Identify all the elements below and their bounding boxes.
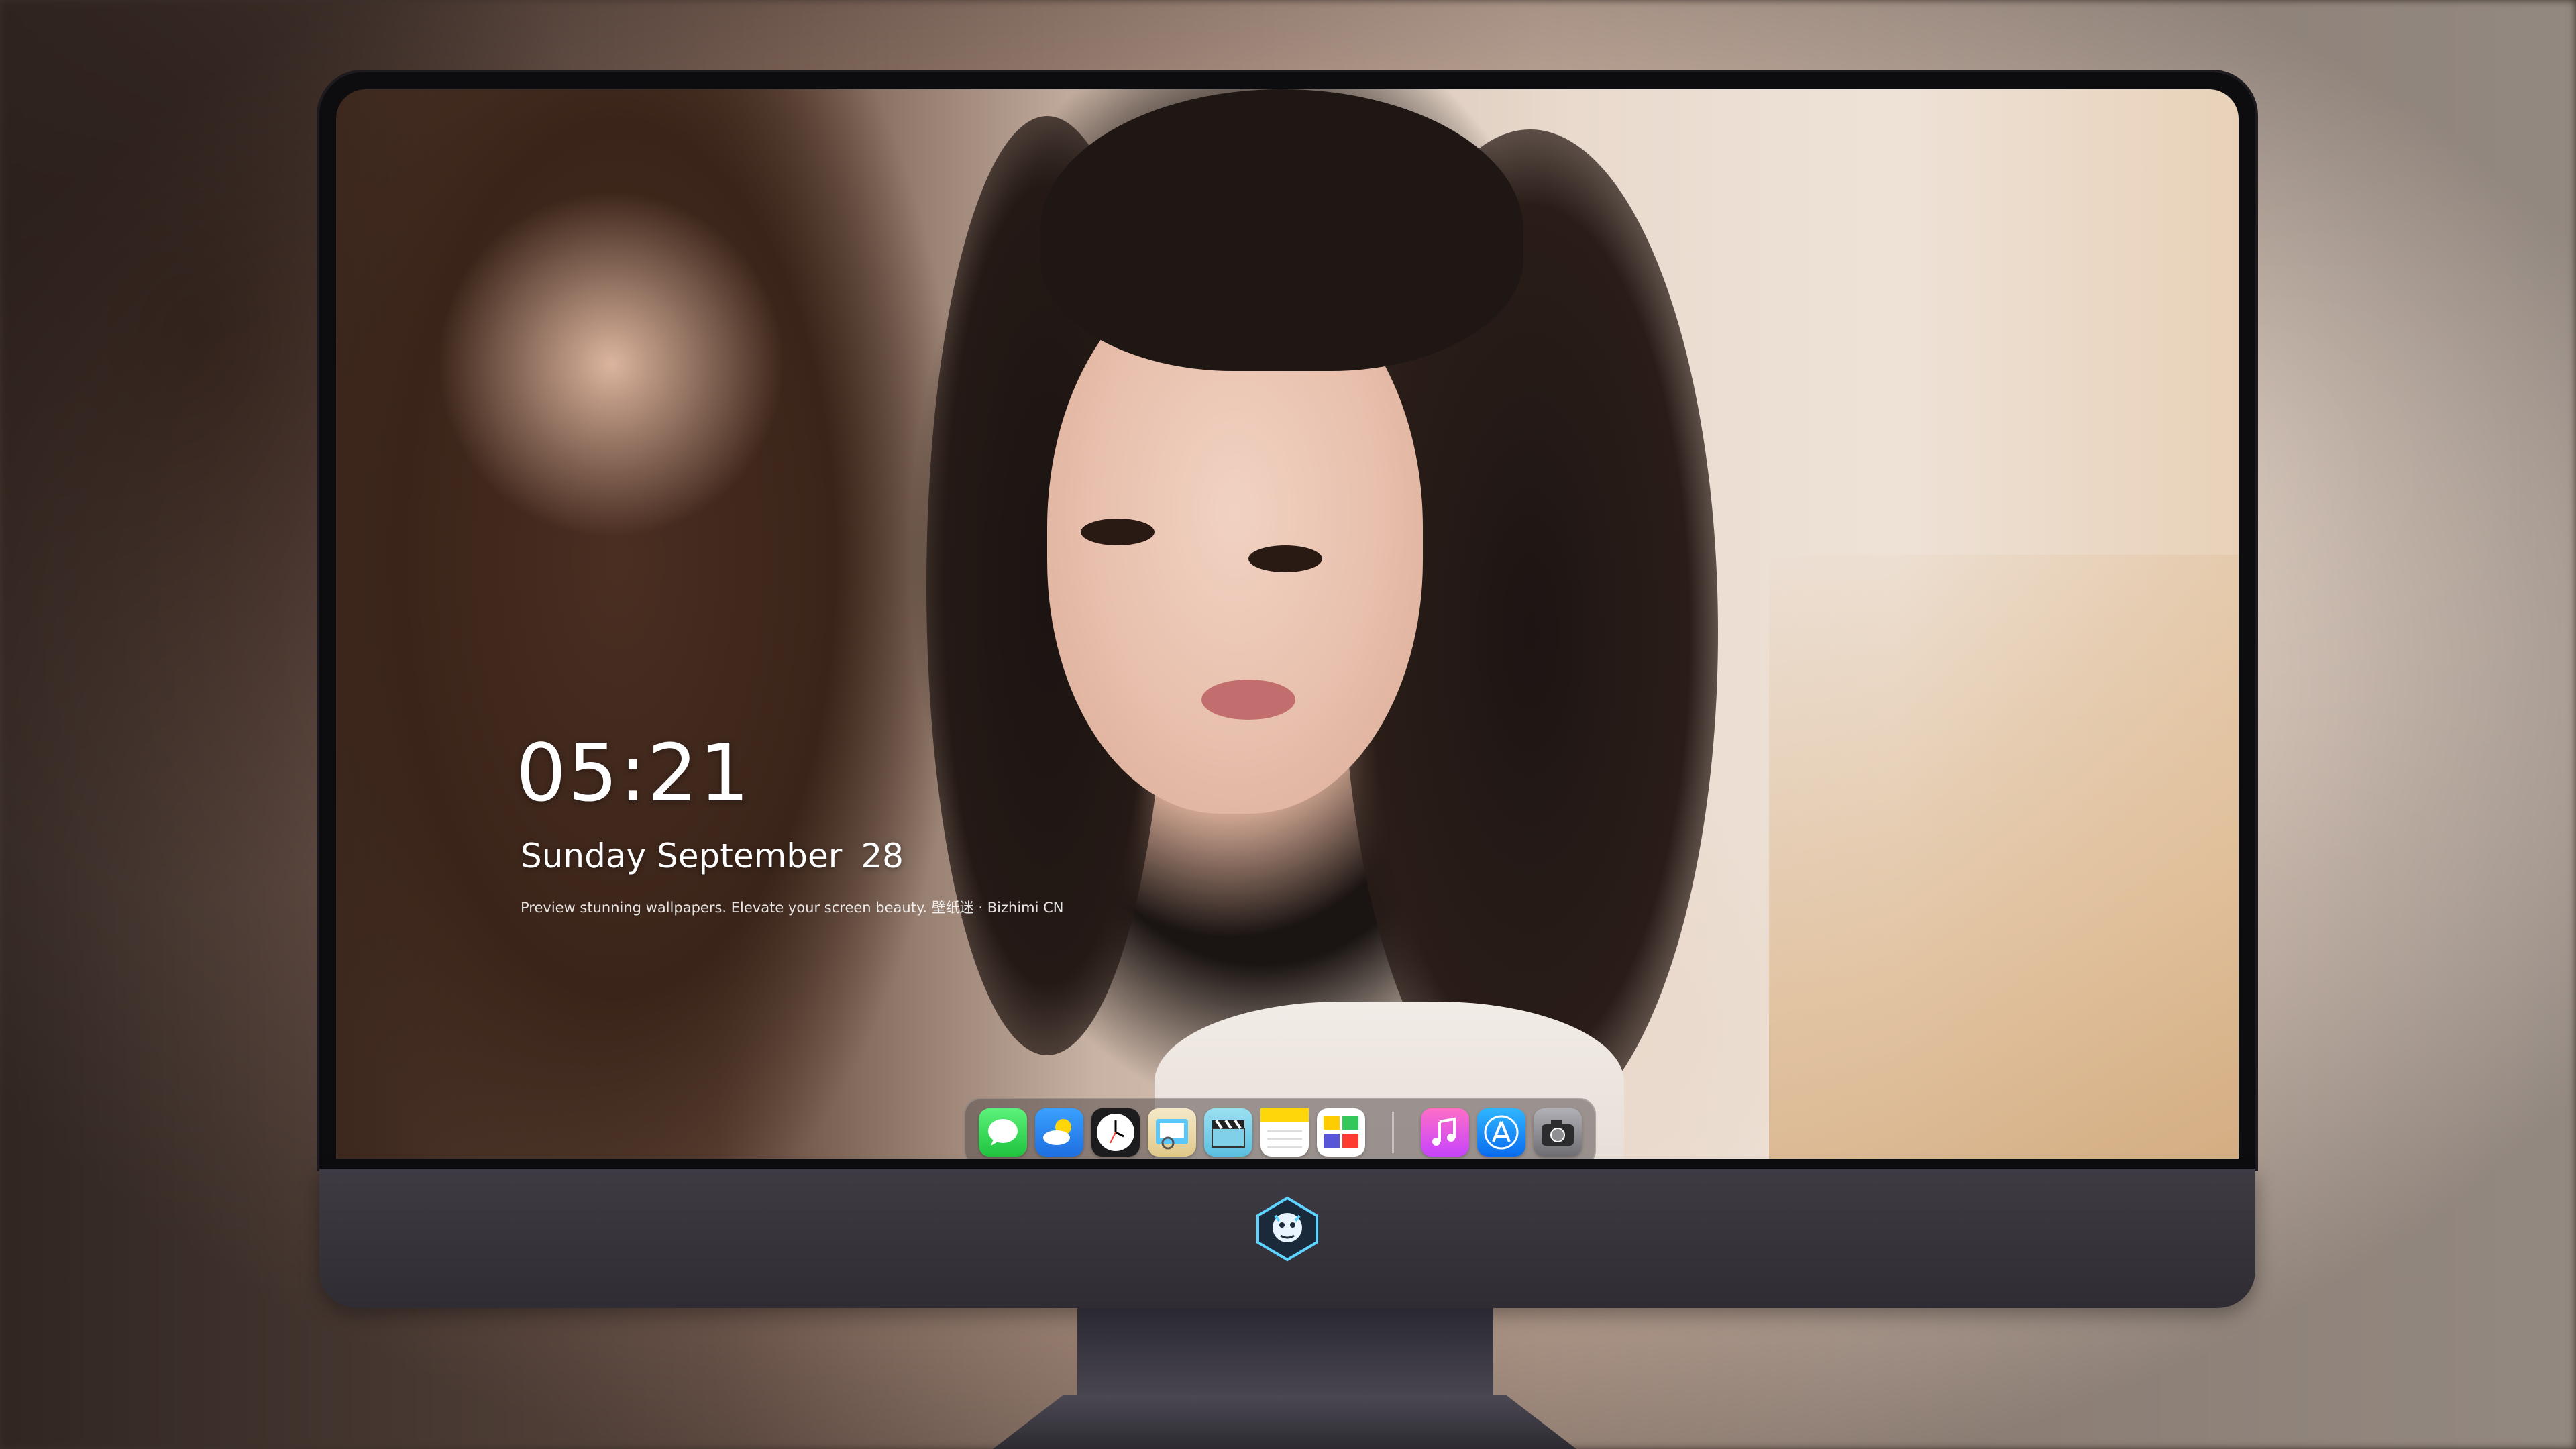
music-icon[interactable]	[1420, 1108, 1469, 1157]
dock	[964, 1098, 1596, 1159]
wallpaper-eye-right	[1248, 545, 1322, 572]
lockscreen-date: Sunday September 28	[521, 839, 904, 873]
messages-icon[interactable]	[978, 1108, 1027, 1157]
monitor: 05:21 Sunday September 28 Preview stunnin…	[319, 72, 2255, 1308]
lock-screen[interactable]: 05:21 Sunday September 28 Preview stunnin…	[336, 89, 2239, 1159]
monitor-stand-neck	[1077, 1308, 1493, 1395]
claquette-icon[interactable]	[1203, 1108, 1252, 1157]
preview-icon[interactable]	[1147, 1108, 1196, 1157]
lockscreen-day: 28	[861, 837, 904, 875]
lockscreen-weekday-month: Sunday September	[521, 837, 843, 875]
wallpaper-eye-left	[1081, 519, 1155, 545]
lockscreen-tagline: Preview stunning wallpapers. Elevate you…	[521, 900, 1064, 916]
monitor-chin	[319, 1169, 2255, 1308]
wallpaper-lips	[1201, 680, 1295, 720]
photo-gallery-icon[interactable]	[1316, 1108, 1365, 1157]
dragon-logo-icon[interactable]	[1254, 1195, 1321, 1263]
dock-separator	[1391, 1112, 1394, 1153]
camera-icon[interactable]	[1533, 1108, 1582, 1157]
weather-icon[interactable]	[1034, 1108, 1083, 1157]
clock-icon[interactable]	[1091, 1108, 1140, 1157]
lockscreen-clock: 05:21	[516, 727, 751, 819]
wallpaper-hand	[437, 190, 786, 539]
monitor-stand-base	[993, 1395, 1576, 1449]
notes-icon[interactable]	[1260, 1108, 1309, 1157]
app-store-icon[interactable]	[1477, 1108, 1525, 1157]
wallpaper-floor	[1769, 555, 2239, 1159]
wallpaper-hair-top	[1040, 89, 1523, 371]
